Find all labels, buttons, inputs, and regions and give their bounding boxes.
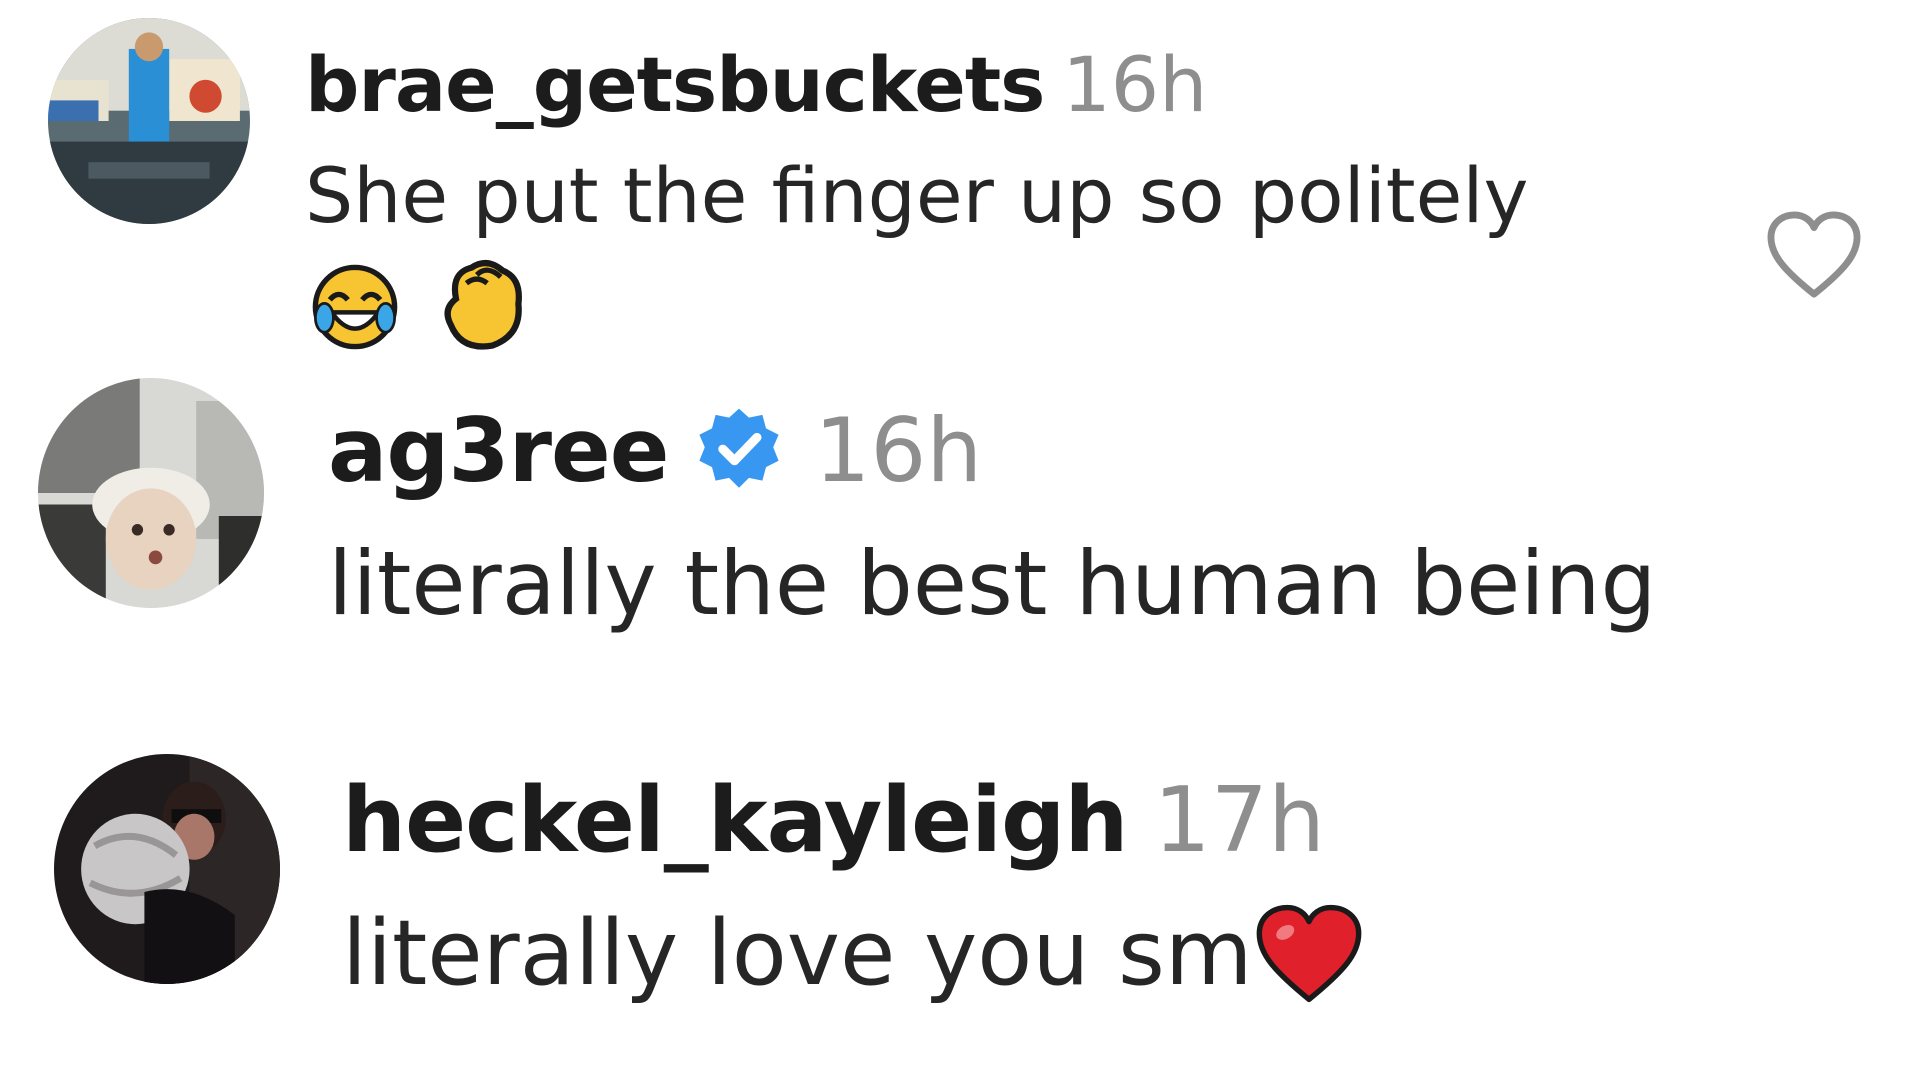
comment-header: ag3ree 16h (328, 394, 982, 506)
hidden-row-fragment (340, 722, 940, 728)
face-with-tears-of-joy-icon (312, 264, 398, 350)
comment-header: brae_getsbuckets 16h (305, 34, 1207, 134)
clapping-hands-icon (444, 260, 522, 350)
avatar[interactable] (54, 754, 280, 984)
comment-text-body: literally love you sm (342, 901, 1253, 1006)
avatar[interactable] (38, 378, 264, 608)
timestamp[interactable]: 16h (814, 399, 982, 502)
timestamp[interactable]: 17h (1154, 768, 1326, 873)
username[interactable]: brae_getsbuckets (305, 40, 1045, 129)
timestamp[interactable]: 16h (1062, 40, 1207, 129)
red-heart-icon (1256, 904, 1361, 1003)
verified-badge-icon (699, 408, 779, 488)
comment-header: heckel_kayleigh 17h (342, 764, 1325, 876)
username[interactable]: heckel_kayleigh (342, 768, 1129, 873)
username[interactable]: ag3ree (328, 399, 669, 502)
comment-text: literally love you sm (342, 898, 1363, 1010)
avatar[interactable] (48, 18, 250, 224)
comment-text: She put the finger up so politely (305, 151, 1529, 240)
comment-text: literally the best human being (328, 532, 1657, 635)
like-heart-icon[interactable] (1765, 210, 1863, 300)
